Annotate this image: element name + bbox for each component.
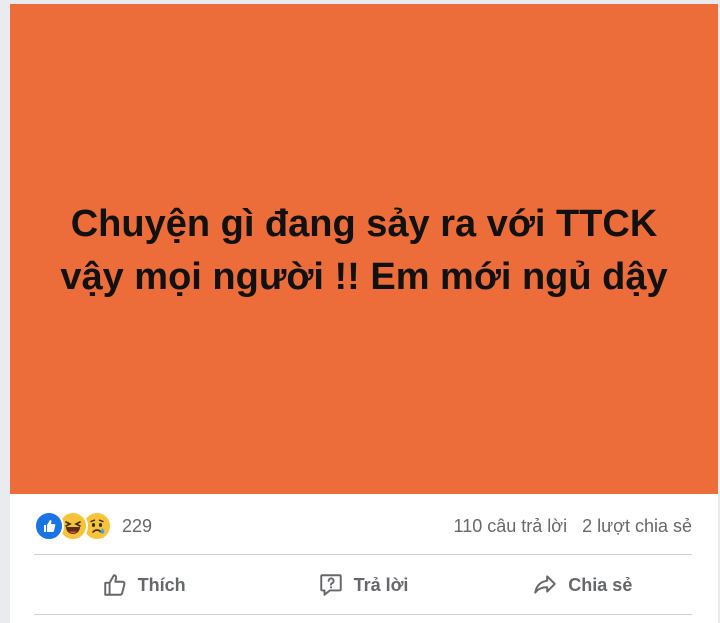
reply-button[interactable]: Trả lời [253,556,472,614]
divider-top [34,554,692,555]
engagement-counts: 110 câu trả lời 2 lượt chia sẻ [454,516,692,537]
post-stats: 229 110 câu trả lời 2 lượt chia sẻ [10,496,718,554]
share-button[interactable]: Chia sẻ [473,556,692,614]
share-label: Chia sẻ [568,574,633,595]
reactions-summary[interactable]: 229 [34,511,153,541]
comment-question-icon [319,574,342,596]
post-text: Chuyện gì đang sảy ra với TTCK vậy mọi n… [60,203,668,298]
reply-label: Trả lời [353,574,409,595]
reaction-count: 229 [122,515,153,536]
post-actions: Thích Trả lời Chia sẻ [34,556,692,614]
like-label: Thích [137,574,186,595]
post-banner[interactable]: Chuyện gì đang sảy ra với TTCK vậy mọi n… [10,4,718,494]
divider-bottom [34,614,692,615]
post-card: Chuyện gì đang sảy ra với TTCK vậy mọi n… [10,4,718,623]
share-arrow-icon [534,575,557,594]
share-count[interactable]: 2 lượt chia sẻ [582,516,692,536]
like-icon [34,511,64,541]
like-button[interactable]: Thích [34,556,253,614]
thumbs-up-icon [103,574,126,596]
comment-count[interactable]: 110 câu trả lời [454,516,568,536]
